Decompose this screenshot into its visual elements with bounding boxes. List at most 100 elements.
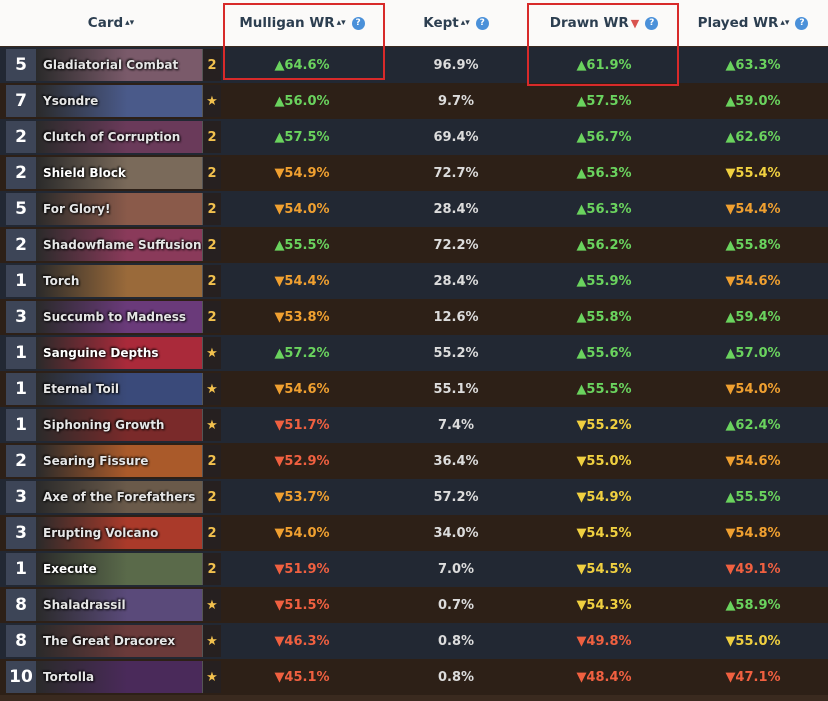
drawn-wr-value: ▲56.2% xyxy=(576,237,632,253)
table-row[interactable]: 2 Shadowflame Suffusion 2 ▲55.5% 72.2% ▲56.2%… xyxy=(0,227,828,263)
help-icon[interactable]: ? xyxy=(795,16,809,30)
kept-value: 0.7% xyxy=(437,597,475,613)
kept-value: 96.9% xyxy=(433,57,479,73)
card-name: Torch xyxy=(43,274,80,288)
mulligan-wr-value: ▼46.3% xyxy=(274,633,330,649)
table-row[interactable]: 7 Ysondre ★ ▲56.0% 9.7% ▲57.5% ▲59.0% xyxy=(0,83,828,119)
table-row[interactable]: 3 Erupting Volcano 2 ▼54.0% 34.0% ▼54.5% ▼54.8… xyxy=(0,515,828,551)
table-row[interactable]: 8 The Great Dracorex ★ ▼46.3% 0.8% ▼49.8% ▼55.… xyxy=(0,623,828,659)
card-count: 2 xyxy=(202,445,221,477)
kept-value: 28.4% xyxy=(433,201,479,217)
card-tile[interactable]: 3 Axe of the Forefathers 2 xyxy=(6,481,221,513)
kept-value: 0.8% xyxy=(437,669,475,685)
card-name: The Great Dracorex xyxy=(43,634,176,648)
table-row[interactable]: 1 Torch 2 ▼54.4% 28.4% ▲55.9% ▼54.6% xyxy=(0,263,828,299)
kept-value: 34.0% xyxy=(433,525,479,541)
legendary-star-icon: ★ xyxy=(202,661,221,693)
card-name: Sanguine Depths xyxy=(43,346,159,360)
drawn-wr-value: ▲56.7% xyxy=(576,129,632,145)
column-header-played-wr[interactable]: Played WR ▴▾ ? xyxy=(678,0,828,46)
table-row[interactable]: 2 Shield Block 2 ▼54.9% 72.7% ▲56.3% ▼55.4% xyxy=(0,155,828,191)
kept-value: 12.6% xyxy=(433,309,479,325)
column-header-label: Kept xyxy=(423,15,459,31)
help-icon[interactable]: ? xyxy=(351,16,365,30)
table-row[interactable]: 5 Gladiatorial Combat 2 ▲64.6% 96.9% ▲61.9% ▲6… xyxy=(0,47,828,83)
card-tile[interactable]: 5 For Glory! 2 xyxy=(6,193,221,225)
mana-cost: 2 xyxy=(6,445,36,477)
played-wr-value: ▼54.4% xyxy=(725,201,781,217)
card-name: Eternal Toil xyxy=(43,382,119,396)
card-tile[interactable]: 1 Sanguine Depths ★ xyxy=(6,337,221,369)
column-header-mulligan-wr[interactable]: Mulligan WR ▴▾ ? xyxy=(222,0,382,46)
played-wr-value: ▲58.9% xyxy=(725,597,781,613)
column-header-card[interactable]: Card ▴▾ xyxy=(0,0,222,46)
card-count: 2 xyxy=(202,265,221,297)
drawn-wr-value: ▼49.8% xyxy=(576,633,632,649)
card-name: Clutch of Corruption xyxy=(43,130,181,144)
mulligan-wr-value: ▼45.1% xyxy=(274,669,330,685)
card-tile[interactable]: 1 Execute 2 xyxy=(6,553,221,585)
drawn-wr-value: ▼54.9% xyxy=(576,489,632,505)
card-tile[interactable]: 2 Shield Block 2 xyxy=(6,157,221,189)
help-icon[interactable]: ? xyxy=(475,16,489,30)
mulligan-wr-value: ▼54.6% xyxy=(274,381,330,397)
card-name: Gladiatorial Combat xyxy=(43,58,179,72)
card-name: Ysondre xyxy=(43,94,99,108)
card-name: Shield Block xyxy=(43,166,126,180)
column-header-kept[interactable]: Kept ▴▾ ? xyxy=(382,0,530,46)
table-row[interactable]: 1 Siphoning Growth ★ ▼51.7% 7.4% ▼55.2% ▲62.4% xyxy=(0,407,828,443)
card-count: 2 xyxy=(202,121,221,153)
mulligan-wr-value: ▲57.5% xyxy=(274,129,330,145)
kept-value: 72.2% xyxy=(433,237,479,253)
kept-value: 28.4% xyxy=(433,273,479,289)
played-wr-value: ▼54.6% xyxy=(725,273,781,289)
column-header-label: Played WR xyxy=(697,15,779,31)
played-wr-value: ▲62.4% xyxy=(725,417,781,433)
table-row[interactable]: 2 Clutch of Corruption 2 ▲57.5% 69.4% ▲56.7% ▲… xyxy=(0,119,828,155)
table-row[interactable]: 8 Shaladrassil ★ ▼51.5% 0.7% ▼54.3% ▲58.9% xyxy=(0,587,828,623)
card-tile[interactable]: 7 Ysondre ★ xyxy=(6,85,221,117)
played-wr-value: ▲57.0% xyxy=(725,345,781,361)
table-row[interactable]: 3 Succumb to Madness 2 ▼53.8% 12.6% ▲55.8% ▲59… xyxy=(0,299,828,335)
table-row[interactable]: 3 Axe of the Forefathers 2 ▼53.7% 57.2% ▼54.9… xyxy=(0,479,828,515)
played-wr-value: ▼54.6% xyxy=(725,453,781,469)
card-name: Shaladrassil xyxy=(43,598,126,612)
table-row[interactable]: 1 Sanguine Depths ★ ▲57.2% 55.2% ▲55.6% ▲57.0% xyxy=(0,335,828,371)
mana-cost: 5 xyxy=(6,49,36,81)
mulligan-wr-value: ▼53.7% xyxy=(274,489,330,505)
played-wr-value: ▲59.0% xyxy=(725,93,781,109)
card-count: 2 xyxy=(202,157,221,189)
card-tile[interactable]: 2 Searing Fissure 2 xyxy=(6,445,221,477)
column-header-label: Mulligan WR xyxy=(239,15,335,31)
table-row[interactable]: 1 Execute 2 ▼51.9% 7.0% ▼54.5% ▼49.1% xyxy=(0,551,828,587)
help-icon[interactable]: ? xyxy=(645,16,659,30)
table-row[interactable]: 5 For Glory! 2 ▼54.0% 28.4% ▲56.3% ▼54.4% xyxy=(0,191,828,227)
card-tile[interactable]: 3 Erupting Volcano 2 xyxy=(6,517,221,549)
mulligan-wr-value: ▼53.8% xyxy=(274,309,330,325)
card-tile[interactable]: 1 Torch 2 xyxy=(6,265,221,297)
kept-value: 36.4% xyxy=(433,453,479,469)
card-tile[interactable]: 1 Eternal Toil ★ xyxy=(6,373,221,405)
card-name: For Glory! xyxy=(43,202,111,216)
drawn-wr-value: ▲56.3% xyxy=(576,165,632,181)
card-tile[interactable]: 2 Clutch of Corruption 2 xyxy=(6,121,221,153)
table-row[interactable]: 1 Eternal Toil ★ ▼54.6% 55.1% ▲55.5% ▼54.0% xyxy=(0,371,828,407)
table-row[interactable]: 10 Tortolla ★ ▼45.1% 0.8% ▼48.4% ▼47.1% xyxy=(0,659,828,695)
played-wr-value: ▼55.0% xyxy=(725,633,781,649)
card-tile[interactable]: 8 The Great Dracorex ★ xyxy=(6,625,221,657)
drawn-wr-value: ▲61.9% xyxy=(576,57,632,73)
card-tile[interactable]: 1 Siphoning Growth ★ xyxy=(6,409,221,441)
card-tile[interactable]: 5 Gladiatorial Combat 2 xyxy=(6,49,221,81)
mulligan-wr-value: ▲64.6% xyxy=(274,57,330,73)
card-tile[interactable]: 3 Succumb to Madness 2 xyxy=(6,301,221,333)
card-tile[interactable]: 10 Tortolla ★ xyxy=(6,661,221,693)
mana-cost: 10 xyxy=(6,661,36,693)
card-tile[interactable]: 8 Shaladrassil ★ xyxy=(6,589,221,621)
drawn-wr-value: ▲55.9% xyxy=(576,273,632,289)
column-header-drawn-wr[interactable]: Drawn WR ▼ ? xyxy=(530,0,678,46)
kept-value: 69.4% xyxy=(433,129,479,145)
legendary-star-icon: ★ xyxy=(202,373,221,405)
card-count: 2 xyxy=(202,517,221,549)
table-row[interactable]: 2 Searing Fissure 2 ▼52.9% 36.4% ▼55.0% ▼54.6% xyxy=(0,443,828,479)
card-tile[interactable]: 2 Shadowflame Suffusion 2 xyxy=(6,229,221,261)
